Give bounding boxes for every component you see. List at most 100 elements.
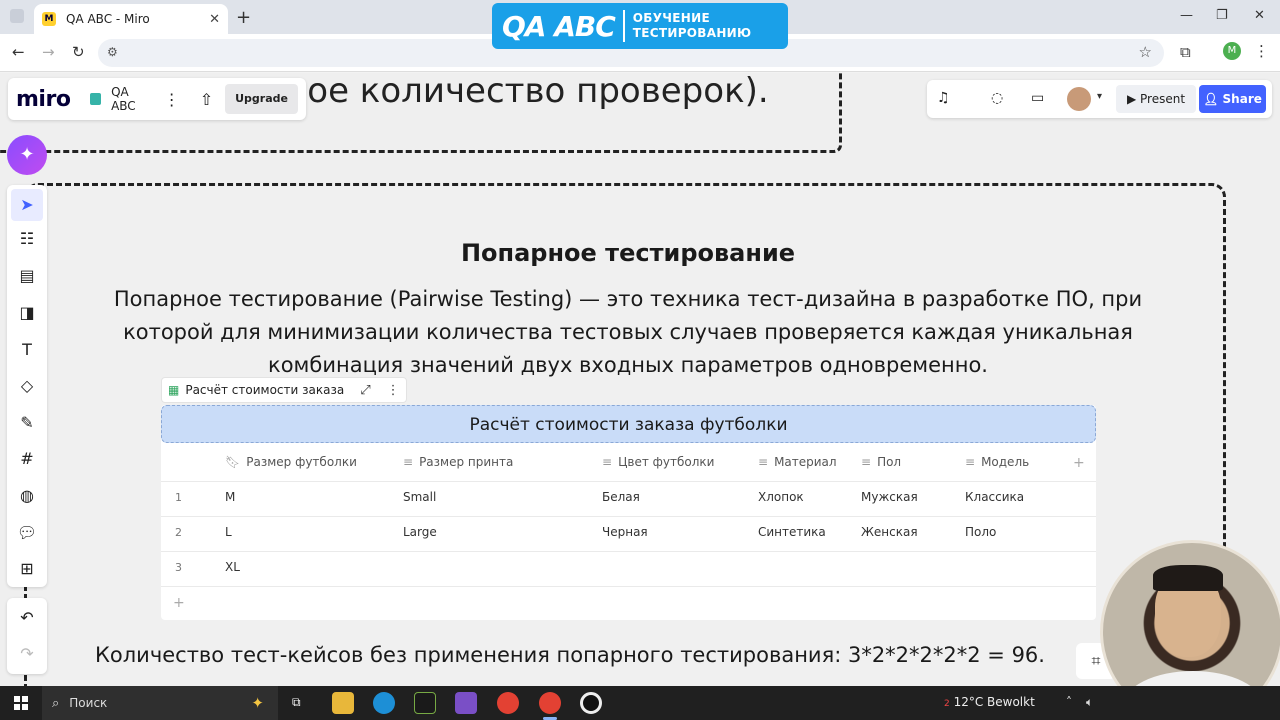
undo-icon[interactable]: ↶ xyxy=(7,608,47,627)
chrome-icon[interactable] xyxy=(497,692,519,714)
present-button[interactable]: ▶ Present xyxy=(1116,85,1196,113)
windows-taskbar: ⌕ Поиск ✦ ⧉ 2 12°C Bewolkt ˄ 🔈︎ xyxy=(0,686,1280,720)
column-header[interactable]: ≡ Размер принта xyxy=(403,455,513,469)
board-name[interactable]: QA ABC xyxy=(111,85,142,113)
text-column-icon: ≡ xyxy=(758,455,769,469)
order-cost-table[interactable]: Расчёт стоимости заказа футболки 🔖︎ Разме… xyxy=(161,405,1096,620)
logo-subtitle-line2: ТЕСТИРОВАНИЮ xyxy=(632,26,752,40)
expand-icon[interactable]: ⤢ xyxy=(360,383,370,398)
video-call-icon[interactable]: ▭ xyxy=(1031,90,1044,106)
palette-icon[interactable]: ◍ xyxy=(7,486,47,505)
column-header[interactable]: 🔖︎ Размер футболки xyxy=(225,455,357,469)
new-tab-button[interactable]: + xyxy=(236,7,251,28)
table-cell[interactable]: Черная xyxy=(602,525,648,539)
add-row-icon[interactable]: + xyxy=(173,595,185,611)
site-info-icon[interactable]: ⚙ xyxy=(107,45,118,59)
sticky-note-icon[interactable]: ◨ xyxy=(7,303,47,322)
table-cell[interactable]: Женская xyxy=(861,525,918,539)
export-upload-icon[interactable]: ⇧ xyxy=(200,90,213,109)
extensions-icon[interactable]: ⧉ xyxy=(1180,43,1191,61)
tab-qa-abc-miro[interactable]: M QA ABC - Miro ✕ xyxy=(34,4,228,34)
rider-icon[interactable] xyxy=(414,692,436,714)
table-cell[interactable]: M xyxy=(225,490,235,504)
back-button[interactable]: ← xyxy=(12,43,25,61)
chevron-down-icon[interactable]: ▾ xyxy=(1097,91,1102,102)
chrome-profile-icon[interactable] xyxy=(539,692,561,714)
board-menu-icon[interactable]: ⋮ xyxy=(164,90,180,109)
table-grid-icon: ▦ xyxy=(168,383,180,397)
reactions-icon[interactable]: ♫ xyxy=(937,90,950,106)
frame-tool-icon[interactable]: # xyxy=(7,449,47,468)
table-cell[interactable]: Синтетика xyxy=(758,525,826,539)
templates-icon[interactable]: ☷ xyxy=(7,229,47,248)
row-number: 2 xyxy=(175,526,182,539)
volume-icon[interactable]: 🔈︎ xyxy=(1086,695,1093,710)
row-divider xyxy=(161,551,1096,552)
miro-logo[interactable]: miro xyxy=(16,87,71,112)
text-column-icon: ≡ xyxy=(965,455,976,469)
tab-close-icon[interactable]: ✕ xyxy=(209,12,220,27)
table-cell[interactable]: Мужская xyxy=(861,490,918,504)
comment-icon[interactable]: 💬︎ xyxy=(7,523,47,542)
select-cursor-icon[interactable]: ➤ xyxy=(11,189,43,221)
file-explorer-icon[interactable] xyxy=(332,692,354,714)
visual-studio-icon[interactable] xyxy=(455,692,477,714)
logo-separator xyxy=(622,10,625,42)
table-cell[interactable]: Классика xyxy=(965,490,1024,504)
row-number: 1 xyxy=(175,491,182,504)
chat-icon[interactable]: ◌ xyxy=(991,90,1003,106)
edge-icon[interactable] xyxy=(373,692,395,714)
ai-sparkle-button[interactable]: ✦ xyxy=(7,135,47,175)
tray-overflow-icon[interactable]: ˄ xyxy=(1066,695,1072,709)
table-cell[interactable]: Large xyxy=(403,525,437,539)
table-cell[interactable]: Поло xyxy=(965,525,996,539)
taskbar-search[interactable]: ⌕ Поиск ✦ xyxy=(42,686,278,720)
weather-widget[interactable]: 2 12°C Bewolkt xyxy=(944,695,1035,709)
windows-start-icon[interactable] xyxy=(14,696,28,710)
text-column-icon: ≡ xyxy=(403,455,414,469)
minimize-button[interactable]: — xyxy=(1180,8,1193,23)
miro-favicon-icon: M xyxy=(42,12,56,26)
miro-board-canvas[interactable]: ьное количество проверок). Попарное тест… xyxy=(0,73,1280,686)
profile-avatar[interactable]: M xyxy=(1223,42,1241,60)
task-view-icon[interactable]: ⧉ xyxy=(292,695,301,710)
tab-search-icon[interactable] xyxy=(10,9,24,23)
user-avatar[interactable] xyxy=(1067,87,1091,111)
qa-abc-logo-text: QA ABC xyxy=(502,9,616,43)
row-number: 3 xyxy=(175,561,182,574)
forward-button[interactable]: → xyxy=(42,43,55,61)
browser-menu-icon[interactable]: ⋮ xyxy=(1254,42,1269,60)
table-cell[interactable]: Хлопок xyxy=(758,490,804,504)
column-header[interactable]: ≡ Пол xyxy=(861,455,901,469)
text-column-icon: ≡ xyxy=(602,455,613,469)
shapes-icon[interactable]: ◇ xyxy=(7,376,47,395)
bookmark-star-icon[interactable]: ☆ xyxy=(1139,43,1152,61)
maximize-button[interactable]: ❐ xyxy=(1216,8,1228,23)
undo-redo-panel: ↶ ↷ xyxy=(7,598,47,674)
table-cell[interactable]: L xyxy=(225,525,232,539)
share-button[interactable]: 👤︎ Share xyxy=(1199,85,1266,113)
qa-abc-logo-overlay: QA ABC ОБУЧЕНИЕ ТЕСТИРОВАНИЮ xyxy=(492,3,788,49)
table-layout-icon[interactable]: ▤ xyxy=(7,266,47,285)
column-header[interactable]: ≡ Модель xyxy=(965,455,1029,469)
table-label-bar[interactable]: ▦ Расчёт стоимости заказа ⤢ ⋮ xyxy=(161,377,407,403)
table-label-text: Расчёт стоимости заказа xyxy=(185,383,345,397)
text-tool-icon[interactable]: T xyxy=(7,340,47,359)
table-cell[interactable]: XL xyxy=(225,560,240,574)
reload-button[interactable]: ↻ xyxy=(72,43,85,61)
add-column-icon[interactable]: + xyxy=(1073,455,1085,471)
column-header[interactable]: ≡ Материал xyxy=(758,455,837,469)
table-cell[interactable]: Белая xyxy=(602,490,640,504)
more-tools-icon[interactable]: ⊞ xyxy=(7,559,47,578)
screen-recorder-icon[interactable] xyxy=(580,692,602,714)
column-header[interactable]: ≡ Цвет футболки xyxy=(602,455,714,469)
redo-icon[interactable]: ↷ xyxy=(7,644,47,663)
table-cell[interactable]: Small xyxy=(403,490,436,504)
copilot-sparkle-icon[interactable]: ✦ xyxy=(251,694,264,712)
webcam-hair xyxy=(1153,565,1223,591)
pen-icon[interactable]: ✎ xyxy=(7,413,47,432)
table-menu-icon[interactable]: ⋮ xyxy=(387,383,400,398)
weather-badge: 2 xyxy=(944,699,950,709)
upgrade-button[interactable]: Upgrade xyxy=(225,84,298,114)
close-window-button[interactable]: ✕ xyxy=(1254,8,1265,23)
